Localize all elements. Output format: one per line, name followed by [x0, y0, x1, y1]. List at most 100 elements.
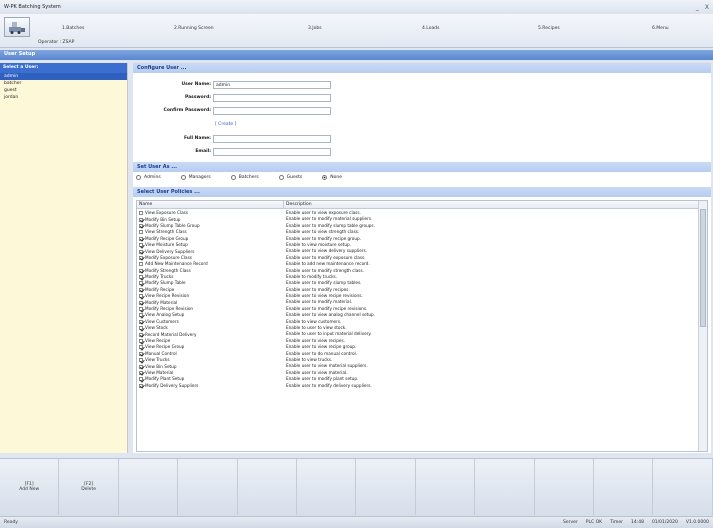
grid-body: View Exposure Class Enable user to view e… — [137, 210, 699, 389]
menu-menu[interactable]: 6.Menu — [652, 26, 669, 31]
policy-name: View Bin Setup — [145, 363, 177, 369]
checkbox-icon[interactable] — [139, 268, 143, 273]
checkbox-icon[interactable] — [139, 249, 143, 254]
checkbox-icon[interactable] — [139, 351, 143, 356]
checkbox-icon[interactable] — [139, 300, 143, 305]
user-item-jordan[interactable]: jordan — [0, 94, 127, 101]
menu-bar: Operator : ZSAP 1.Batches 2.Running Scre… — [0, 14, 713, 48]
table-row[interactable]: Modify Delivery Suppliers Enable user to … — [137, 383, 699, 389]
policy-name: View Trucks — [145, 357, 170, 363]
checkbox-icon[interactable] — [139, 307, 143, 312]
radio-icon — [180, 175, 186, 180]
function-key-button[interactable]: [F2] Delete — [59, 459, 119, 515]
checkbox-icon[interactable] — [139, 370, 143, 375]
policy-description: Enable user to modify delivery suppliers… — [286, 382, 372, 388]
column-header-description[interactable]: Description — [284, 201, 707, 208]
function-key-label: Add New — [19, 487, 40, 492]
policy-name: Modify Exposure Class — [145, 254, 192, 260]
menu-batches[interactable]: 1.Batches — [62, 26, 84, 31]
checkbox-icon[interactable] — [139, 332, 143, 337]
role-radio-none[interactable]: None — [322, 175, 342, 180]
status-indicators: Server PLC OK Timer 14:48 01/01/2020 V1.0.000… — [563, 520, 709, 525]
function-key-label: Delete — [81, 487, 96, 492]
user-item-batcher[interactable]: batcher — [0, 80, 127, 87]
function-key-bar: [F1] Add New [F2] Delete — [0, 458, 713, 516]
role-radio-batchers[interactable]: Batchers — [230, 175, 259, 180]
policy-name: View Stock — [145, 325, 168, 331]
checkbox-icon[interactable] — [139, 230, 143, 235]
menu-loads[interactable]: 4.Loads — [422, 26, 439, 31]
app-logo-icon — [4, 17, 30, 37]
password-input[interactable] — [213, 94, 331, 102]
create-link[interactable]: [ Create ] — [215, 122, 236, 127]
scrollbar-thumb[interactable] — [700, 209, 706, 327]
checkbox-icon[interactable] — [139, 243, 143, 248]
close-button[interactable]: X — [705, 4, 709, 11]
status-text: Ready — [4, 520, 18, 525]
function-key-button[interactable] — [653, 459, 713, 515]
menu-recipes[interactable]: 5.Recipes — [538, 26, 560, 31]
user-name-input[interactable]: admin — [213, 81, 331, 89]
checkbox-icon[interactable] — [139, 294, 143, 299]
user-item-admin[interactable]: admin — [0, 73, 127, 80]
checkbox-icon[interactable] — [139, 319, 143, 324]
checkbox-icon[interactable] — [139, 339, 143, 343]
checkbox-icon[interactable] — [139, 217, 143, 222]
checkbox-icon[interactable] — [139, 326, 143, 331]
configure-panel: Configure User ... User Name: admin Pass… — [133, 63, 711, 453]
user-item-guest[interactable]: guest — [0, 87, 127, 94]
checkbox-icon[interactable] — [139, 223, 143, 228]
function-key-button[interactable] — [178, 459, 238, 515]
column-header-name[interactable]: Name — [137, 201, 284, 208]
function-key-button[interactable] — [119, 459, 179, 515]
checkbox-icon[interactable] — [139, 345, 143, 350]
policy-name: Modify Trucks — [145, 274, 174, 280]
confirm-password-input[interactable] — [213, 107, 331, 115]
policy-name: View Exposure Class — [145, 210, 189, 216]
function-key-button[interactable]: [F1] Add New — [0, 459, 60, 515]
checkbox-icon[interactable] — [139, 313, 143, 318]
grid-header: Name Description — [137, 201, 707, 209]
menu-jobs[interactable]: 3.Jobs — [308, 26, 322, 31]
checkbox-icon[interactable] — [139, 262, 143, 267]
policy-name: View Moisture Setup — [145, 242, 188, 248]
function-key-button[interactable] — [475, 459, 535, 515]
full-name-input[interactable] — [213, 135, 331, 143]
checkbox-icon[interactable] — [139, 358, 143, 363]
function-key-button[interactable] — [356, 459, 416, 515]
checkbox-icon[interactable] — [139, 377, 143, 382]
role-radio-guests[interactable]: Guests — [278, 175, 302, 180]
function-key-button[interactable] — [238, 459, 297, 515]
checkbox-icon[interactable] — [139, 275, 143, 280]
policy-name: Modify Recipe — [145, 286, 175, 292]
policy-name: Modify Strength Class — [145, 267, 191, 273]
policy-name: Modify Delivery Suppliers — [145, 382, 199, 388]
policies-header: Select User Policies ... — [133, 187, 711, 197]
function-key-button[interactable] — [594, 459, 654, 515]
checkbox-icon[interactable] — [139, 287, 143, 292]
status-bar: Ready Server PLC OK Timer 14:48 01/01/2020 V1… — [0, 516, 713, 528]
grid-scrollbar[interactable] — [698, 201, 707, 451]
radio-icon — [322, 175, 328, 180]
checkbox-icon[interactable] — [139, 383, 143, 388]
role-radio-managers[interactable]: Managers — [180, 175, 211, 180]
radio-icon — [278, 175, 284, 180]
menu-running-screen[interactable]: 2.Running Screen — [174, 26, 214, 31]
function-key-button[interactable] — [416, 459, 476, 515]
policy-name: Modify Slump Table Group — [145, 222, 200, 228]
checkbox-icon[interactable] — [139, 364, 143, 369]
function-key-button[interactable] — [535, 459, 594, 515]
function-key-button[interactable] — [297, 459, 357, 515]
checkbox-icon[interactable] — [139, 281, 143, 286]
email-input[interactable] — [213, 148, 331, 156]
user-name-row: User Name: admin — [133, 81, 711, 90]
policy-name: View Material — [145, 369, 174, 375]
checkbox-icon[interactable] — [139, 211, 143, 216]
window-title: W-PK Batching System — [4, 4, 61, 10]
status-indicator: Timer — [610, 520, 623, 525]
policy-name: View Analog Setup — [145, 312, 185, 318]
checkbox-icon[interactable] — [139, 236, 143, 241]
checkbox-icon[interactable] — [139, 255, 143, 260]
role-radio-admins[interactable]: Admins — [136, 175, 161, 180]
minimize-button[interactable]: _ — [696, 4, 699, 11]
